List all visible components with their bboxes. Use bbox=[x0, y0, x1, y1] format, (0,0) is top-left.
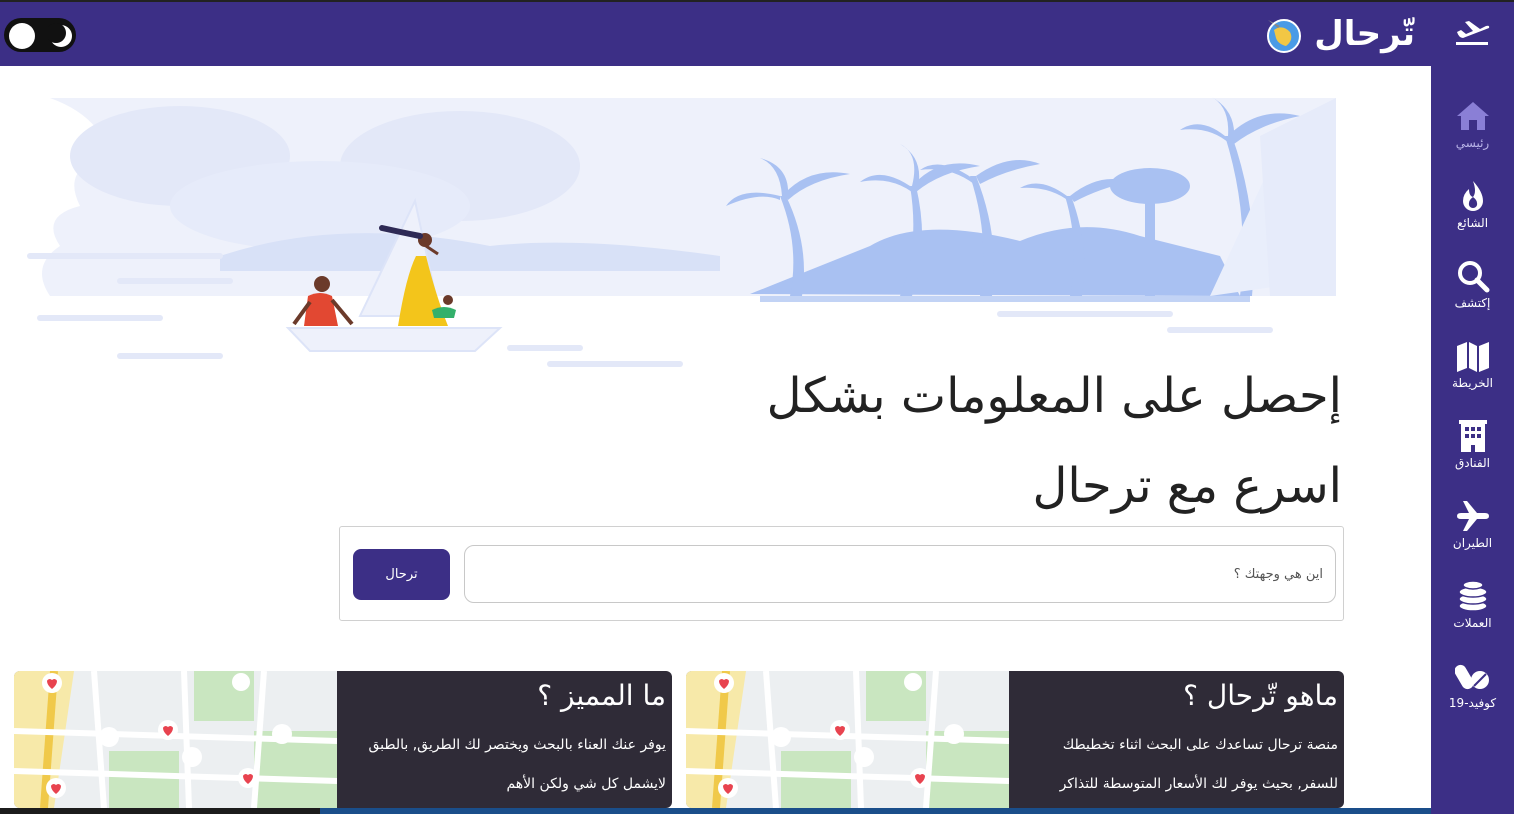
moon-icon bbox=[48, 23, 72, 47]
theme-toggle[interactable] bbox=[4, 18, 76, 52]
plane-takeoff-icon[interactable] bbox=[1453, 16, 1491, 54]
sidebar-item-label: الخريطة bbox=[1452, 376, 1493, 390]
coins-icon bbox=[1457, 580, 1488, 612]
sidebar-item-flights[interactable]: الطيران bbox=[1431, 498, 1514, 578]
card-title: ماهو تّرحال ؟ bbox=[1183, 679, 1338, 712]
sidebar: رئيسي الشائع إكتشف الخريطة الفنادق الطير… bbox=[1431, 0, 1514, 814]
map-thumbnail bbox=[14, 671, 337, 808]
sidebar-item-hotels[interactable]: الفنادق bbox=[1431, 418, 1514, 498]
sidebar-item-currencies[interactable]: العملات bbox=[1431, 578, 1514, 658]
sidebar-item-label: رئيسي bbox=[1455, 136, 1490, 150]
sidebar-item-label: كوفيد-19 bbox=[1448, 696, 1497, 710]
brand[interactable]: تّرحال bbox=[1264, 14, 1415, 54]
sidebar-item-label: إكتشف bbox=[1454, 296, 1491, 310]
map-thumbnail bbox=[686, 671, 1009, 808]
map-icon bbox=[1456, 342, 1489, 372]
sidebar-item-explore[interactable]: إكتشف bbox=[1431, 258, 1514, 338]
sidebar-item-map[interactable]: الخريطة bbox=[1431, 338, 1514, 418]
bottom-scrollbar[interactable] bbox=[0, 808, 1431, 814]
card-text: ماهو تّرحال ؟ منصة ترحال تساعدك على البح… bbox=[1009, 671, 1344, 808]
globe-logo-icon bbox=[1267, 19, 1302, 53]
search-icon bbox=[1457, 261, 1489, 293]
sidebar-item-trending[interactable]: الشائع bbox=[1431, 178, 1514, 258]
home-icon bbox=[1456, 102, 1489, 130]
fire-icon bbox=[1462, 181, 1483, 211]
destination-search-input[interactable] bbox=[464, 545, 1336, 603]
scrollbar-track bbox=[320, 808, 1431, 814]
search-button[interactable]: ترحال bbox=[353, 549, 450, 600]
sidebar-item-home[interactable]: رئيسي bbox=[1431, 98, 1514, 178]
hero-illustration bbox=[20, 96, 1346, 396]
card-body-line1: منصة ترحال تساعدك على البحث اثناء تخطيطك bbox=[1062, 737, 1338, 753]
card-body-line1: يوفر عنك العناء بالبحث ويختصر لك الطريق,… bbox=[368, 737, 666, 753]
search-panel: ترحال bbox=[339, 526, 1344, 621]
pills-icon bbox=[1454, 664, 1489, 690]
hotel-icon bbox=[1458, 420, 1487, 452]
toggle-knob bbox=[9, 23, 35, 49]
card-body-line2: لايشمل كل شي ولكن الأهم bbox=[506, 776, 666, 792]
top-bar: تّرحال bbox=[0, 0, 1431, 66]
sidebar-item-label: الفنادق bbox=[1455, 456, 1490, 470]
sidebar-item-label: الشائع bbox=[1456, 216, 1489, 230]
hero-headline-line2: اسرع مع ترحال bbox=[1032, 458, 1342, 514]
hero-headline-line1: إحصل على المعلومات بشكل bbox=[766, 368, 1342, 424]
sidebar-item-label: الطيران bbox=[1452, 536, 1493, 550]
sidebar-item-label: العملات bbox=[1453, 616, 1492, 630]
card-body-line2: للسفر, بحيث يوفر لك الأسعار المتوسطة للت… bbox=[1059, 776, 1338, 792]
plane-icon bbox=[1456, 501, 1489, 531]
card-title: ما المميز ؟ bbox=[537, 679, 666, 712]
card-text: ما المميز ؟ يوفر عنك العناء بالبحث ويختص… bbox=[337, 671, 672, 808]
brand-name: تّرحال bbox=[1314, 14, 1415, 54]
sidebar-item-covid[interactable]: كوفيد-19 bbox=[1431, 658, 1514, 738]
info-card-what-is: ماهو تّرحال ؟ منصة ترحال تساعدك على البح… bbox=[686, 671, 1344, 808]
info-card-features: ما المميز ؟ يوفر عنك العناء بالبحث ويختص… bbox=[14, 671, 672, 808]
